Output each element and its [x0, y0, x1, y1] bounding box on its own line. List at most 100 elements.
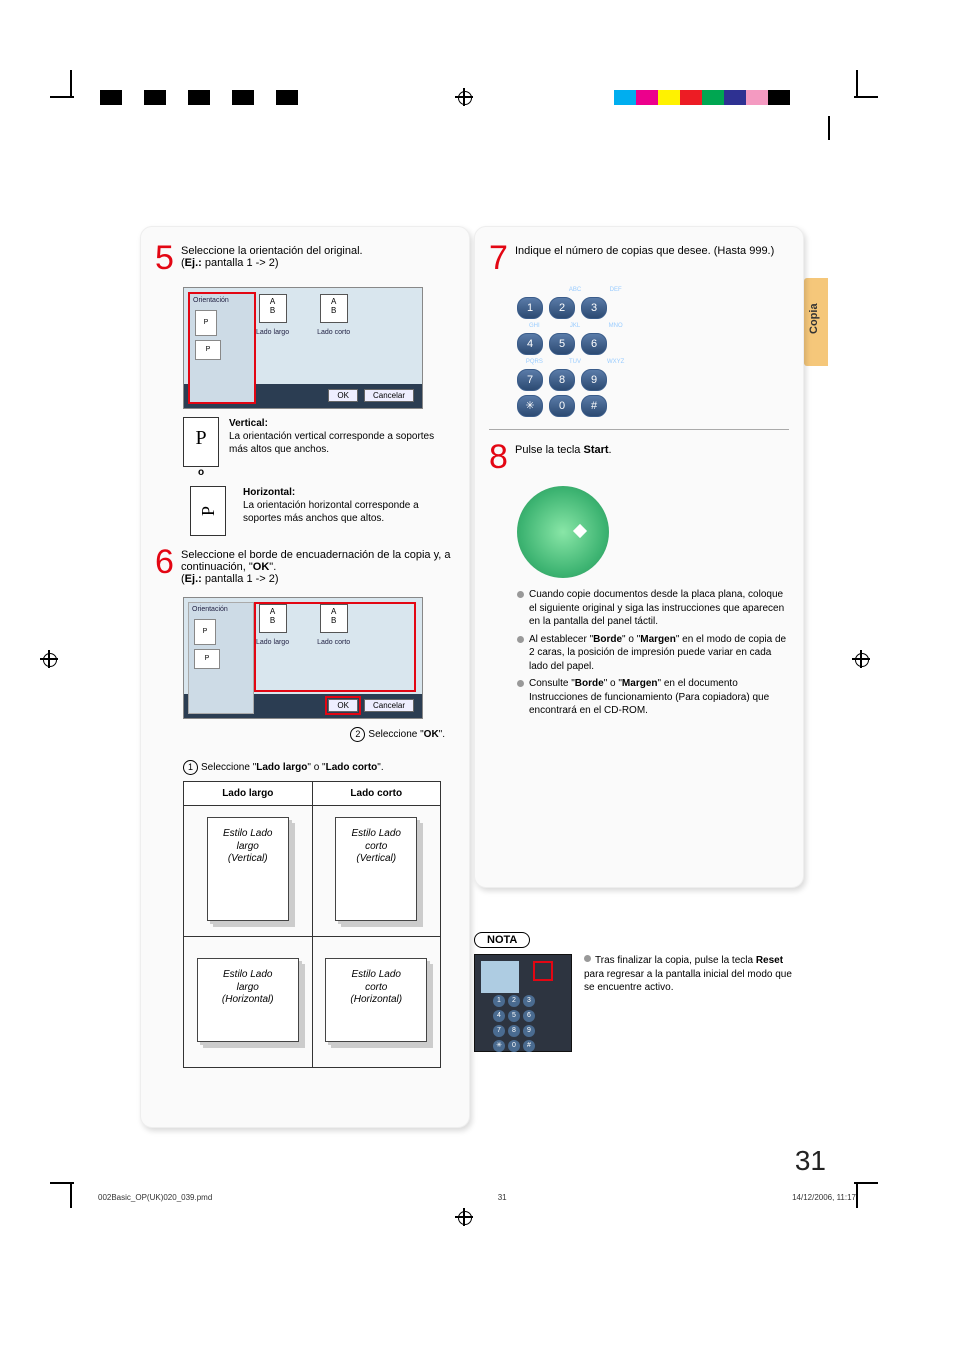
key-5[interactable]: 5: [549, 333, 575, 355]
txt: Seleccione ": [368, 729, 423, 740]
edge-pane: AB Lado largo AB Lado corto: [256, 604, 416, 646]
key-lbl: GHI: [517, 323, 552, 329]
key-7[interactable]: 7: [517, 369, 543, 391]
nota-section: NOTA 123 456 789 ✳0# Tras finalizar la c…: [474, 932, 804, 1052]
separator: [489, 429, 789, 430]
key-6[interactable]: 6: [581, 333, 607, 355]
right-column: 7 Indique el número de copias que desee.…: [474, 226, 804, 888]
step-7: 7 Indique el número de copias que desee.…: [489, 241, 789, 275]
step-text: Pulse la tecla Start.: [515, 440, 789, 474]
key-1[interactable]: 1: [517, 297, 543, 319]
mini-key: 3: [523, 995, 535, 1007]
stack-label: Estilo Lado corto (Horizontal): [350, 969, 402, 1005]
button-bar: OK Cancelar: [328, 699, 414, 712]
mini-key: 9: [523, 1025, 535, 1037]
txt: Seleccione el borde de encuadernación de…: [181, 549, 450, 573]
cell-long-vert: Estilo Lado largo (Vertical): [184, 806, 313, 937]
left-column: 5 Seleccione la orientación del original…: [140, 226, 470, 1128]
step-text: Indique el número de copias que desee. (…: [515, 241, 789, 275]
or-separator: o: [183, 467, 219, 480]
start-bold: Start: [583, 444, 608, 456]
stack-label: Estilo Lado largo (Vertical): [223, 828, 272, 864]
key-lbl: MNO: [598, 323, 633, 329]
cancel-button[interactable]: Cancelar: [364, 699, 414, 712]
txt: Seleccione ": [201, 762, 256, 773]
footer-page: 31: [498, 1193, 507, 1202]
key-8[interactable]: 8: [549, 369, 575, 391]
registration-mark-icon: [455, 1208, 473, 1226]
long-edge-option: AB Lado largo: [256, 604, 289, 646]
short-edge-option: AB Lado corto: [317, 604, 350, 646]
caption-2: 2Seleccione "OK".: [155, 727, 455, 742]
landscape-page-icon: P: [190, 486, 226, 536]
screen-shot-1: Orientación P P AB Lado largo AB Lado co…: [183, 287, 423, 409]
reset-bold: Reset: [756, 955, 783, 966]
crop-mark-icon: [856, 1182, 858, 1208]
key-0[interactable]: 0: [549, 395, 575, 417]
section-tab-label: Copia: [808, 310, 820, 334]
registration-mark-icon: [455, 88, 473, 106]
txt: para regresar a la pantalla inicial del …: [584, 969, 792, 994]
ok-button[interactable]: OK: [328, 389, 358, 402]
txt: Consulte ": [529, 678, 575, 689]
stack-icon: Estilo Lado largo (Horizontal): [197, 958, 299, 1042]
short-edge-label: Lado corto: [317, 329, 350, 336]
ej-label: Ej.:: [185, 573, 202, 585]
stack-icon: Estilo Lado largo (Vertical): [207, 817, 289, 921]
step8-bullets: Cuando copie documentos desde la placa p…: [489, 588, 789, 718]
key-4[interactable]: 4: [517, 333, 543, 355]
portrait-page-icon: P: [183, 417, 219, 467]
copier-panel-icon: 123 456 789 ✳0#: [474, 954, 572, 1052]
ej-label: Ej.:: [185, 257, 202, 269]
mini-key: 0: [508, 1040, 520, 1052]
page: Copia 5 Seleccione la orientación del or…: [0, 0, 954, 1352]
mini-key: 6: [523, 1010, 535, 1022]
registration-mark-icon: [40, 650, 58, 668]
landscape-icon: P: [195, 340, 221, 360]
bw-registration-squares: [100, 90, 298, 105]
mini-key: 2: [508, 995, 520, 1007]
step-6: 6 Seleccione el borde de encuadernación …: [155, 545, 455, 585]
key-star[interactable]: ✳: [517, 395, 543, 417]
ej-value: pantalla 1 -> 2): [202, 573, 279, 585]
cell-short-horiz: Estilo Lado corto (Horizontal): [312, 937, 441, 1068]
step-number: 6: [155, 545, 181, 585]
mini-key: 4: [493, 1010, 505, 1022]
crop-mark-icon: [828, 116, 830, 140]
key-lbl: JKL: [558, 323, 593, 329]
horizontal-desc-row: P Horizontal: La orientación horizontal …: [183, 486, 455, 529]
step-8: 8 Pulse la tecla Start.: [489, 440, 789, 474]
key-2[interactable]: 2: [549, 297, 575, 319]
long-edge-icon: AB: [259, 604, 287, 633]
step-number: 8: [489, 440, 515, 474]
txt: OK: [424, 729, 439, 740]
color-registration-squares: [614, 90, 812, 105]
registration-mark-icon: [852, 650, 870, 668]
orientation-pane: Orientación P P: [188, 292, 256, 404]
orientation-title: Orientación: [192, 606, 250, 613]
key-hash[interactable]: #: [581, 395, 607, 417]
footer-date: 14/12/2006, 11:17: [792, 1193, 856, 1202]
screen-shot-2: Orientación P P AB Lado largo AB Lado co…: [183, 597, 423, 719]
short-edge-icon: AB: [320, 294, 348, 323]
ok-button[interactable]: OK: [328, 699, 358, 712]
key-9[interactable]: 9: [581, 369, 607, 391]
txt: Pulse la tecla: [515, 444, 583, 456]
start-button-icon: [517, 486, 609, 578]
key-lbl: TUV: [558, 359, 593, 365]
stack-icon: Estilo Lado corto (Horizontal): [325, 958, 427, 1042]
crop-mark-icon: [856, 70, 858, 96]
cancel-button[interactable]: Cancelar: [364, 389, 414, 402]
th-short: Lado corto: [312, 782, 441, 806]
bullet-item: Al establecer "Borde" o "Margen" en el m…: [517, 633, 789, 674]
cell-short-vert: Estilo Lado corto (Vertical): [312, 806, 441, 937]
key-3[interactable]: 3: [581, 297, 607, 319]
step-text: Seleccione la orientación del original. …: [181, 241, 455, 275]
caption-1: 1Seleccione "Lado largo" o "Lado corto".: [155, 760, 455, 775]
key-lbl: PQRS: [517, 359, 552, 365]
vertical-title: Vertical:: [229, 418, 268, 429]
stack-label: Estilo Lado corto (Vertical): [352, 828, 401, 864]
txt: Borde: [593, 634, 622, 645]
short-edge-label: Lado corto: [317, 639, 350, 646]
txt: Lado largo: [256, 762, 307, 773]
